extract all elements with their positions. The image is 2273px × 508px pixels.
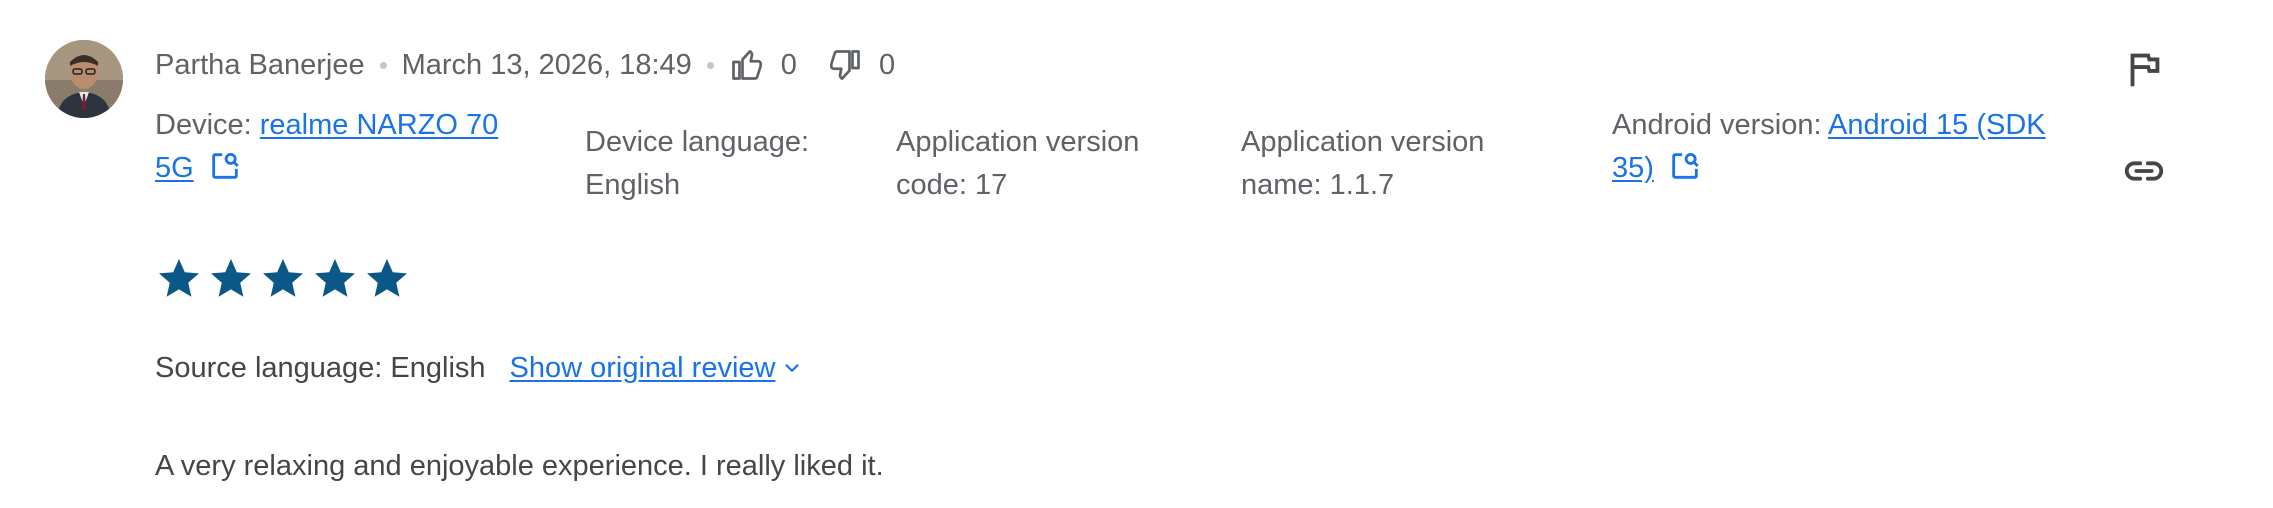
source-language-row: Source language: English Show original re… [155, 352, 803, 385]
star-icon [159, 259, 199, 297]
thumb-down-icon [829, 50, 860, 80]
report-flag-button[interactable] [2121, 46, 2167, 92]
thumbs-up-button[interactable]: 0 [729, 47, 827, 83]
android-version-label: Android version: [1612, 109, 1829, 141]
link-icon [2124, 161, 2164, 181]
thumbs-up-count: 0 [780, 48, 797, 81]
copy-link-button[interactable] [2121, 148, 2167, 194]
source-language: Source language: English [155, 352, 486, 384]
device-language-value: English [585, 169, 681, 201]
app-version-name: Application version name: 1.1.7 [1241, 126, 1485, 201]
author-name: Partha Banerjee [155, 48, 365, 81]
chevron-down-icon [785, 364, 800, 372]
separator-dot [379, 61, 387, 69]
open-in-new-icon[interactable] [1668, 149, 1702, 183]
app-version-code: Application version code: 17 [896, 126, 1140, 201]
separator-dot [706, 61, 714, 69]
flag-icon [2130, 53, 2160, 87]
thumbs-down-button[interactable]: 0 [827, 47, 925, 83]
thumbs-down-count: 0 [878, 48, 896, 81]
review-text: A very relaxing and enjoyable experience… [155, 450, 884, 482]
device-label: Device: [155, 109, 260, 141]
star-rating [155, 254, 415, 302]
android-version-info: Android version: Android 15 (SDK 35) [1612, 104, 2092, 190]
star-icon [315, 259, 355, 297]
thumb-up-icon [731, 50, 762, 80]
show-original-review-link[interactable]: Show original review [510, 352, 804, 384]
avatar [45, 40, 123, 118]
device-language-info: Device language: English [585, 121, 855, 207]
star-icon [367, 259, 407, 297]
open-in-new-icon[interactable] [208, 149, 242, 183]
star-icon [211, 259, 251, 297]
review-date: March 13, 2026, 18:49 [401, 48, 692, 81]
star-icon [263, 259, 303, 297]
device-info: Device: realme NARZO 70 5G [155, 104, 535, 190]
device-language-label: Device language: [585, 126, 810, 158]
review-header: Partha Banerjee March 13, 2026, 18:49 0 … [155, 42, 925, 88]
